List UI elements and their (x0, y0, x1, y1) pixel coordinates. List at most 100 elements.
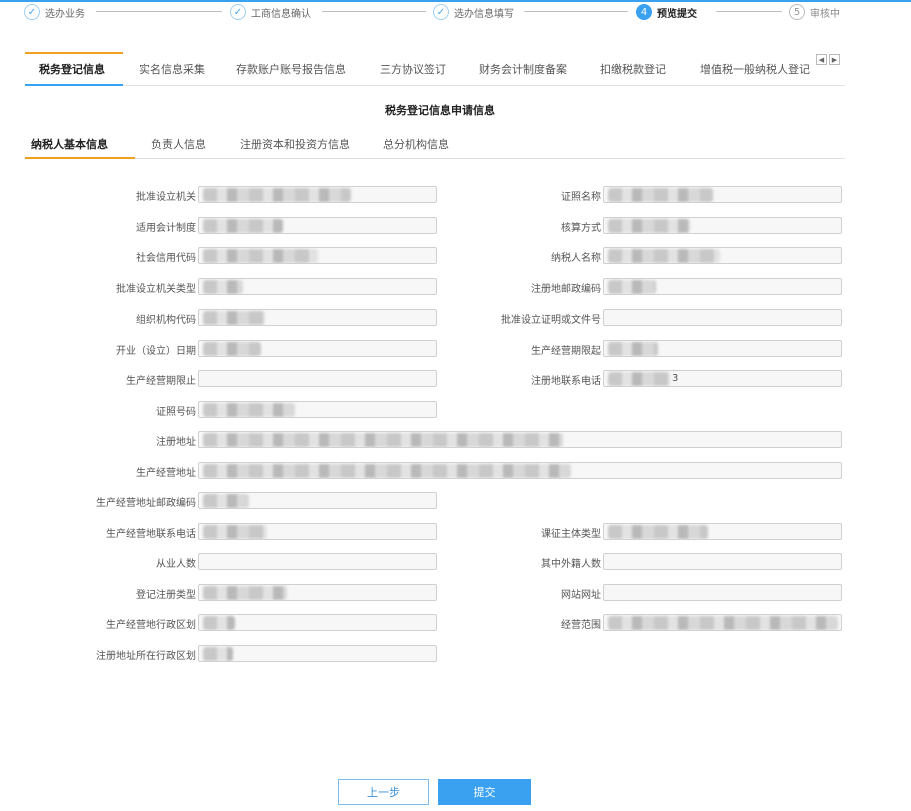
subtab-responsible-person[interactable]: 负责人信息 (151, 136, 206, 152)
field-label: 生产经营期限起 (531, 346, 601, 357)
credit-code-field[interactable] (198, 247, 437, 264)
field-value (604, 312, 608, 323)
biz-start-field[interactable] (603, 340, 842, 357)
field-label: 注册地址所在行政区划 (96, 651, 196, 662)
tab-accounting-filing[interactable]: 财务会计制度备案 (479, 61, 567, 77)
active-subtab-underline (25, 157, 135, 159)
employees-field[interactable] (198, 553, 437, 570)
field-label: 生产经营地址 (136, 468, 196, 479)
cert-name-field[interactable] (603, 186, 842, 203)
field-value (604, 587, 608, 598)
field-label: 批准设立机关类型 (116, 284, 196, 295)
step-connector (524, 11, 628, 12)
field-label: 适用会计制度 (136, 223, 196, 234)
active-tab-underline (25, 84, 123, 86)
step-3: ✓ 选办信息填写 (433, 2, 514, 22)
field-label: 生产经营地联系电话 (106, 529, 196, 540)
field-label: 生产经营地址邮政编码 (96, 498, 196, 509)
reg-type-field[interactable] (198, 584, 437, 601)
accounting-method-field[interactable] (603, 217, 842, 234)
org-code-field[interactable] (198, 309, 437, 326)
tab-tripartite-agreement[interactable]: 三方协议签订 (380, 61, 446, 77)
active-tab-top-indicator (25, 52, 123, 54)
biz-end-field[interactable] (198, 370, 437, 387)
form-title: 税务登记信息申请信息 (385, 104, 495, 117)
sub-tabs: 纳税人基本信息 负责人信息 注册资本和投资方信息 总分机构信息 (25, 128, 845, 159)
field-label: 开业（设立）日期 (116, 346, 196, 357)
field-label: 注册地址 (156, 437, 196, 448)
foreign-employees-field[interactable] (603, 553, 842, 570)
previous-step-button[interactable]: 上一步 (338, 779, 429, 805)
field-label: 证照名称 (561, 192, 601, 203)
website-field[interactable] (603, 584, 842, 601)
subtab-capital-investors[interactable]: 注册资本和投资方信息 (240, 136, 350, 152)
field-label: 注册地邮政编码 (531, 284, 601, 295)
field-label: 社会信用代码 (136, 253, 196, 264)
reg-phone-field[interactable]: 3 (603, 370, 842, 387)
field-label: 经营范围 (561, 620, 601, 631)
step-label: 选办业务 (45, 8, 85, 20)
check-icon: ✓ (24, 4, 40, 20)
biz-scope-field[interactable] (603, 614, 842, 631)
step-label: 工商信息确认 (251, 8, 311, 20)
tab-withholding-registration[interactable]: 扣缴税款登记 (600, 61, 666, 77)
tab-tax-registration[interactable]: 税务登记信息 (39, 61, 105, 77)
biz-region-field[interactable] (198, 614, 437, 631)
field-value (199, 373, 203, 384)
field-label: 证照号码 (156, 407, 196, 418)
field-label: 生产经营地行政区划 (106, 620, 196, 631)
subtab-taxpayer-basic[interactable]: 纳税人基本信息 (31, 136, 108, 152)
field-value (199, 556, 203, 567)
taxpayer-name-field[interactable] (603, 247, 842, 264)
tab-bank-account-report[interactable]: 存款账户账号报告信息 (236, 61, 346, 77)
field-label: 生产经营期限止 (126, 376, 196, 387)
field-label: 登记注册类型 (136, 590, 196, 601)
field-label: 从业人数 (156, 559, 196, 570)
biz-address-field[interactable] (198, 462, 842, 479)
approval-doc-no-field[interactable] (603, 309, 842, 326)
tab-vat-general-taxpayer[interactable]: 增值税一般纳税人登记 (700, 61, 813, 77)
scroll-left-icon[interactable]: ◀ (816, 54, 827, 65)
field-label: 课征主体类型 (541, 529, 601, 540)
field-label: 纳税人名称 (551, 253, 601, 264)
field-label: 批准设立机关 (136, 192, 196, 203)
field-label: 批准设立证明或文件号 (501, 315, 601, 326)
reg-postcode-field[interactable] (603, 278, 842, 295)
step-connector (96, 11, 222, 12)
tab-scroll-controls: ◀ ▶ (816, 54, 840, 65)
step-label: 选办信息填写 (454, 8, 514, 20)
step-connector (322, 11, 426, 12)
submit-button[interactable]: 提交 (438, 779, 531, 805)
reg-address-field[interactable] (198, 431, 842, 448)
step-1: ✓ 选办业务 (24, 2, 85, 22)
approval-org-field[interactable] (198, 186, 437, 203)
tab-real-name[interactable]: 实名信息采集 (139, 61, 205, 77)
field-label: 组织机构代码 (136, 315, 196, 326)
step-5: 5 审核中 (789, 2, 840, 22)
approval-org-type-field[interactable] (198, 278, 437, 295)
main-tabs: 税务登记信息 实名信息采集 存款账户账号报告信息 三方协议签订 财务会计制度备案… (25, 52, 845, 86)
step-number: 5 (789, 4, 805, 20)
cert-no-field[interactable] (198, 401, 437, 418)
field-label: 核算方式 (561, 223, 601, 234)
field-label: 注册地联系电话 (531, 376, 601, 387)
field-label: 其中外籍人数 (541, 559, 601, 570)
tax-subject-type-field[interactable] (603, 523, 842, 540)
reg-region-field[interactable] (198, 645, 437, 662)
step-4: 4 预览提交 (636, 2, 697, 22)
check-icon: ✓ (433, 4, 449, 20)
progress-stepper: ✓ 选办业务 ✓ 工商信息确认 ✓ 选办信息填写 4 预览提交 5 审核中 (0, 0, 911, 24)
subtab-branch-info[interactable]: 总分机构信息 (383, 136, 449, 152)
field-value (604, 556, 608, 567)
step-number: 4 (636, 4, 652, 20)
step-2: ✓ 工商信息确认 (230, 2, 311, 22)
open-date-field[interactable] (198, 340, 437, 357)
scroll-right-icon[interactable]: ▶ (829, 54, 840, 65)
check-icon: ✓ (230, 4, 246, 20)
accounting-system-field[interactable] (198, 217, 437, 234)
field-label: 网站网址 (561, 590, 601, 601)
biz-phone-field[interactable] (198, 523, 437, 540)
field-value: 3 (672, 373, 679, 384)
step-connector (716, 11, 782, 12)
biz-postcode-field[interactable] (198, 492, 437, 509)
